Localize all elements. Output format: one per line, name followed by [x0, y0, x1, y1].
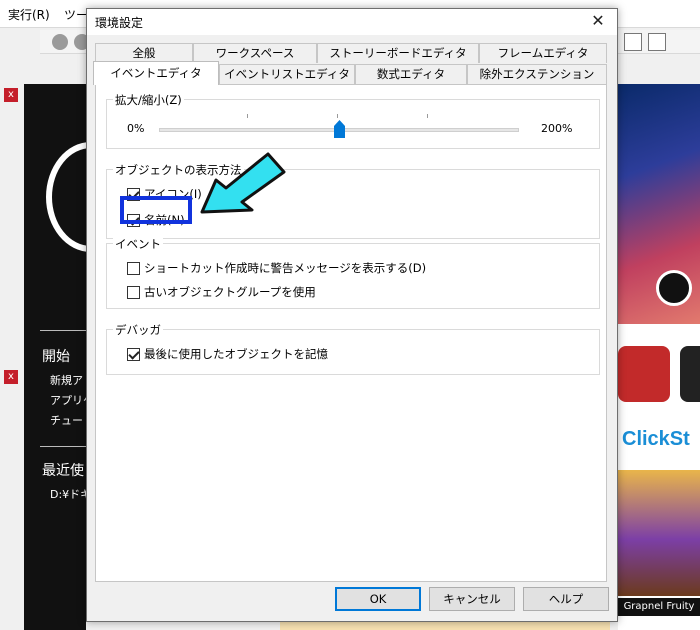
zoom-label: 拡大/縮小(Z) [113, 92, 184, 108]
tab-general[interactable]: 全般 [95, 43, 193, 63]
highlight-box [120, 196, 192, 224]
brand-text[interactable]: ClickSt [622, 428, 690, 451]
slider-tick [247, 114, 248, 118]
close-icon[interactable]: ✕ [587, 10, 609, 32]
tab-storyboard-editor[interactable]: ストーリーボードエディタ [317, 43, 479, 63]
dialog-title: 環境設定 [95, 16, 144, 30]
pointer-arrow-icon [200, 152, 286, 214]
shortcut-warning-option[interactable]: ショートカット作成時に警告メッセージを表示する(D) [127, 260, 426, 276]
event-group: イベント ショートカット作成時に警告メッセージを表示する(D) 古いオブジェクト… [106, 236, 600, 309]
game-caption: Grapnel Fruity [618, 598, 700, 616]
checkbox[interactable] [127, 285, 140, 299]
tab-event-editor[interactable]: イベントエディタ [93, 61, 219, 85]
start-item[interactable]: チュート [50, 412, 86, 428]
close-icon[interactable]: x [4, 370, 18, 384]
calendar-icon[interactable] [648, 33, 666, 51]
zoom-group: 拡大/縮小(Z) 0% 200% [106, 92, 600, 149]
help-button[interactable]: ヘルプ [523, 587, 609, 611]
old-object-group-option[interactable]: 古いオブジェクトグループを使用 [127, 284, 316, 300]
checkbox[interactable] [127, 347, 140, 361]
remember-object-option[interactable]: 最後に使用したオブジェクトを記憶 [127, 346, 328, 362]
divider [40, 330, 86, 331]
steam-icon [656, 270, 692, 306]
checkbox[interactable] [127, 261, 140, 275]
shortcut-warning-label: ショートカット作成時に警告メッセージを表示する(D) [144, 261, 427, 275]
event-label: イベント [113, 236, 163, 252]
game-ad-image[interactable] [618, 470, 700, 596]
start-heading: 開始 [42, 349, 70, 365]
toolbar-icon[interactable] [624, 33, 642, 51]
menu-tools[interactable]: ツー [64, 6, 88, 23]
tab-event-list-editor[interactable]: イベントリストエディタ [219, 64, 355, 84]
recent-item[interactable]: D:¥ドキ [50, 486, 86, 502]
slider-tick [337, 114, 338, 118]
old-object-group-label: 古いオブジェクトグループを使用 [144, 285, 316, 299]
tab-frame-editor[interactable]: フレームエディタ [479, 43, 607, 63]
zoom-max-label: 200% [541, 122, 573, 135]
slider-tick [427, 114, 428, 118]
tab-workspace[interactable]: ワークスペース [193, 43, 317, 63]
remember-object-label: 最後に使用したオブジェクトを記憶 [144, 347, 328, 361]
zoom-min-label: 0% [127, 122, 145, 135]
zoom-slider-thumb[interactable] [333, 120, 345, 138]
divider [40, 446, 86, 447]
dialog-titlebar: 環境設定 ✕ [87, 9, 617, 35]
app-icon[interactable] [618, 346, 670, 402]
app-icon[interactable] [680, 346, 700, 402]
debugger-group: デバッガ 最後に使用したオブジェクトを記憶 [106, 322, 600, 375]
close-icon[interactable]: x [4, 88, 18, 102]
back-icon[interactable] [52, 34, 68, 50]
tab-excluded-extensions[interactable]: 除外エクステンション [467, 64, 607, 84]
preferences-dialog: 環境設定 ✕ 全般 ワークスペース ストーリーボードエディタ フレームエディタ … [86, 8, 618, 622]
cancel-button[interactable]: キャンセル [429, 587, 515, 611]
menu-run[interactable]: 実行(R) [8, 6, 50, 23]
tab-expression-editor[interactable]: 数式エディタ [355, 64, 467, 84]
right-ads: ClickSt Grapnel Fruity [618, 84, 700, 630]
recent-heading: 最近使 [42, 463, 84, 479]
ok-button[interactable]: OK [335, 587, 421, 611]
start-item[interactable]: アプリケ [50, 392, 86, 408]
debugger-label: デバッガ [113, 322, 163, 338]
start-item[interactable]: 新規ア [50, 372, 86, 388]
event-editor-panel: 拡大/縮小(Z) 0% 200% オブジェクトの表示方法 アイコン(I) 名前(… [95, 84, 607, 582]
